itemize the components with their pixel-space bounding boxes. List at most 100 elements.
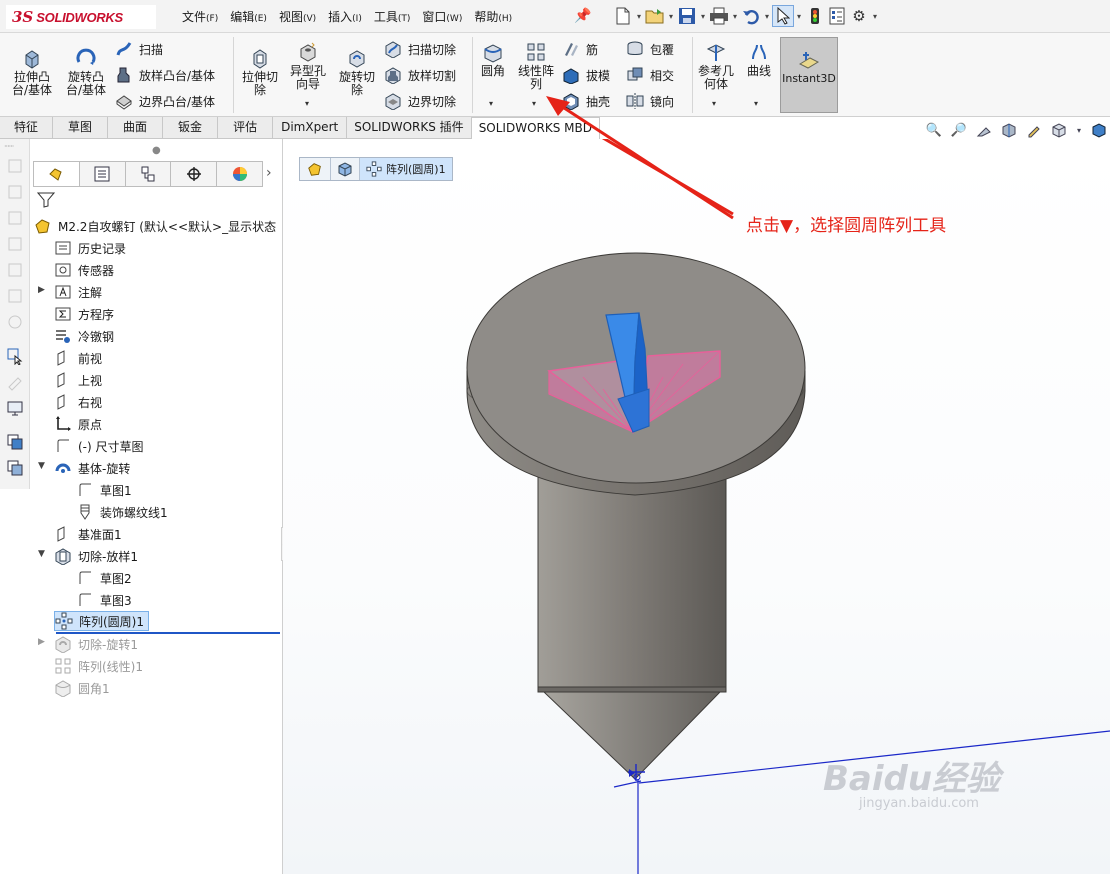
- tree-item-right-plane[interactable]: 右视: [54, 392, 102, 412]
- pattern-dropdown-chevron-icon[interactable]: ▾: [532, 99, 536, 108]
- instant3d-button[interactable]: Instant3D: [780, 37, 838, 113]
- select-tool-icon[interactable]: [6, 347, 24, 365]
- tree-item-cut-revolve[interactable]: 切除-旋转1: [54, 634, 138, 654]
- dynamic-annotation-icon[interactable]: [1025, 121, 1043, 139]
- tree-item-history[interactable]: 历史记录: [54, 238, 126, 258]
- mirror-button[interactable]: 镜向: [626, 90, 674, 112]
- chevron-down-icon[interactable]: ▾: [762, 12, 772, 21]
- paste-tool-icon[interactable]: [6, 459, 24, 477]
- chevron-down-icon[interactable]: ▾: [712, 99, 716, 108]
- fillet-button[interactable]: 圆角: [477, 41, 509, 78]
- tab-dimxpert-manager[interactable]: [171, 162, 218, 186]
- tab-sheet-metal[interactable]: 钣金: [163, 117, 219, 139]
- tab-feature-tree[interactable]: [34, 162, 80, 186]
- collapse-arrow-icon[interactable]: ▼: [38, 461, 45, 471]
- tree-item-sensors[interactable]: 传感器: [54, 260, 114, 280]
- monitor-tool-icon[interactable]: [6, 399, 24, 417]
- tree-item-equations[interactable]: 方程序: [54, 304, 114, 324]
- tree-item-annotations[interactable]: 注解: [54, 282, 102, 302]
- revolve-boss-button[interactable]: 旋转凸 台/基体: [62, 47, 110, 97]
- curves-button[interactable]: 曲线: [744, 41, 774, 78]
- section-view-icon[interactable]: [1000, 121, 1018, 139]
- copy-tool-icon[interactable]: [6, 433, 24, 451]
- tab-configuration-manager[interactable]: [125, 162, 172, 186]
- tree-root-part[interactable]: M2.2自攻螺钉 (默认<<默认>_显示状态: [34, 216, 276, 236]
- graphics-viewport[interactable]: 阵列(圆周)1 点击▼，选择圆周阵列工具 Baidu经验 jingyan.bai…: [283, 139, 1110, 874]
- menu-view[interactable]: 视图(V): [273, 8, 322, 26]
- chevron-down-icon[interactable]: ▾: [730, 12, 740, 21]
- collapse-arrow-icon[interactable]: ▼: [38, 549, 45, 559]
- chevron-down-icon[interactable]: ▾: [666, 12, 676, 21]
- chevron-down-icon[interactable]: ▾: [754, 99, 758, 108]
- tree-item-cosmetic-thread[interactable]: 装饰螺纹线1: [76, 502, 168, 522]
- draft-button[interactable]: 拔模: [562, 64, 610, 86]
- chevron-down-icon[interactable]: ▾: [794, 12, 804, 21]
- tree-item-circular-pattern[interactable]: 阵列(圆周)1: [54, 611, 149, 631]
- chevron-down-icon[interactable]: ▾: [634, 12, 644, 21]
- expand-arrow-icon[interactable]: ▶: [38, 637, 45, 647]
- open-folder-icon[interactable]: [644, 5, 666, 27]
- tree-item-linear-pattern[interactable]: 阵列(线性)1: [54, 656, 143, 676]
- menu-window[interactable]: 窗口(W): [416, 8, 468, 26]
- menu-insert[interactable]: 插入(I): [322, 8, 368, 26]
- menu-edit[interactable]: 编辑(E): [224, 8, 273, 26]
- options-gear-icon[interactable]: ⚙: [848, 5, 870, 27]
- rebuild-traffic-light-icon[interactable]: [804, 5, 826, 27]
- tree-item-dimension-sketch[interactable]: (-) 尺寸草图: [54, 436, 144, 456]
- revolve-cut-button[interactable]: 旋转切 除: [335, 47, 379, 97]
- tree-item-sketch2[interactable]: 草图2: [76, 568, 132, 588]
- tab-features[interactable]: 特征: [0, 117, 54, 139]
- expand-arrow-icon[interactable]: ▶: [38, 285, 45, 295]
- extrude-cut-button[interactable]: 拉伸切 除: [238, 47, 282, 97]
- tab-display-manager[interactable]: [217, 162, 262, 186]
- display-style-icon[interactable]: [1090, 121, 1108, 139]
- sweep-button[interactable]: 扫描: [115, 38, 163, 60]
- chevron-down-icon[interactable]: ▾: [1075, 121, 1083, 139]
- extrude-boss-button[interactable]: 拉伸凸 台/基体: [10, 47, 54, 97]
- sweep-cut-button[interactable]: 扫描切除: [384, 38, 456, 60]
- select-cursor-icon[interactable]: [772, 5, 794, 27]
- rib-button[interactable]: 筋: [562, 38, 598, 60]
- tree-item-origin[interactable]: 原点: [54, 414, 102, 434]
- tab-surfaces[interactable]: 曲面: [108, 117, 164, 139]
- loft-cut-button[interactable]: 放样切割: [384, 64, 456, 86]
- menu-help[interactable]: 帮助(H): [468, 8, 518, 26]
- loft-boss-button[interactable]: 放样凸台/基体: [115, 64, 215, 86]
- filter-icon[interactable]: [36, 192, 56, 212]
- tab-mbd[interactable]: SOLIDWORKS MBD: [471, 117, 600, 139]
- linear-pattern-button[interactable]: 线性阵 列: [514, 41, 558, 91]
- tab-sketch[interactable]: 草图: [53, 117, 109, 139]
- chevron-down-icon[interactable]: ▾: [305, 99, 309, 108]
- boundary-cut-button[interactable]: 边界切除: [384, 90, 456, 112]
- tree-item-front-plane[interactable]: 前视: [54, 348, 102, 368]
- tab-dimxpert[interactable]: DimXpert: [273, 117, 348, 139]
- menu-tools[interactable]: 工具(T): [368, 8, 417, 26]
- tree-item-plane1[interactable]: 基准面1: [54, 524, 122, 544]
- wrap-button[interactable]: 包覆: [626, 38, 674, 60]
- previous-view-icon[interactable]: [975, 121, 993, 139]
- tree-item-base-revolve[interactable]: 基体-旋转: [54, 458, 130, 478]
- hole-wizard-button[interactable]: 异型孔 向导: [286, 41, 330, 91]
- tab-property-manager[interactable]: [79, 162, 126, 186]
- zoom-to-fit-icon[interactable]: 🔍: [925, 121, 943, 139]
- zoom-to-area-icon[interactable]: 🔎: [950, 121, 968, 139]
- tree-item-fillet[interactable]: 圆角1: [54, 678, 110, 698]
- tree-item-sketch1[interactable]: 草图1: [76, 480, 132, 500]
- solidworks-logo[interactable]: 3S SOLIDWORKS: [6, 5, 156, 29]
- shell-button[interactable]: 抽壳: [562, 90, 610, 112]
- chevron-right-icon[interactable]: ›: [266, 165, 272, 181]
- file-properties-icon[interactable]: [826, 5, 848, 27]
- tree-item-cut-loft[interactable]: 切除-放样1: [54, 546, 138, 566]
- new-document-icon[interactable]: [612, 5, 634, 27]
- tree-item-material[interactable]: 冷镦钢: [54, 326, 114, 346]
- boundary-boss-button[interactable]: 边界凸台/基体: [115, 90, 215, 112]
- pin-icon[interactable]: 📌: [574, 8, 591, 24]
- chevron-down-icon[interactable]: ▾: [870, 12, 880, 21]
- tree-item-top-plane[interactable]: 上视: [54, 370, 102, 390]
- intersect-button[interactable]: 相交: [626, 64, 674, 86]
- chevron-down-icon[interactable]: ▾: [489, 99, 493, 108]
- tab-addins[interactable]: SOLIDWORKS 插件: [347, 117, 472, 139]
- view-orientation-icon[interactable]: [1050, 121, 1068, 139]
- print-icon[interactable]: [708, 5, 730, 27]
- tab-evaluate[interactable]: 评估: [218, 117, 274, 139]
